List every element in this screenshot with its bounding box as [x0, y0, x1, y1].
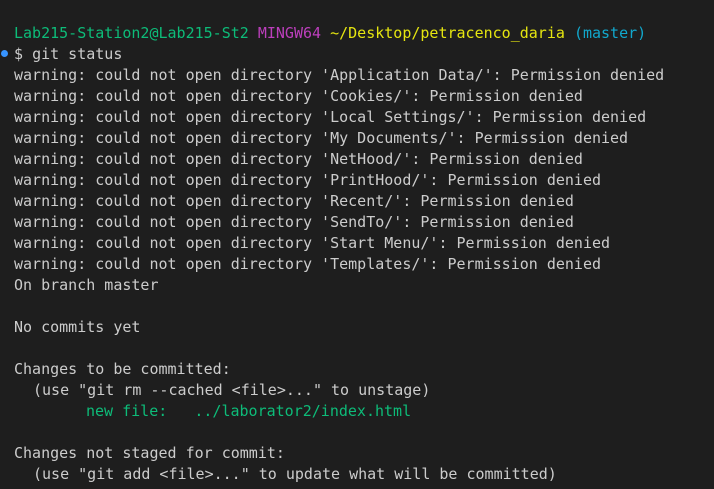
- warning-line: warning: could not open directory 'Appli…: [14, 66, 665, 84]
- command-line: $ git status: [14, 44, 122, 65]
- warning-line: warning: could not open directory 'Start…: [14, 234, 611, 252]
- staged-changes-header: Changes to be committed:: [14, 360, 231, 378]
- warning-line: warning: could not open directory 'Local…: [14, 108, 647, 126]
- terminal-output[interactable]: Lab215-Station2@Lab215-St2 MINGW64 ~/Des…: [0, 0, 714, 489]
- branch-status-line: On branch master: [14, 276, 159, 294]
- prompt-user-host: Lab215-Station2@Lab215-St2: [14, 24, 249, 42]
- warning-line: warning: could not open directory 'NetHo…: [14, 150, 583, 168]
- warning-line: warning: could not open directory 'SendT…: [14, 213, 574, 231]
- warning-line: warning: could not open directory 'Print…: [14, 171, 601, 189]
- warning-line: warning: could not open directory 'Cooki…: [14, 87, 583, 105]
- prompt-symbol: $: [14, 45, 24, 63]
- warning-line: warning: could not open directory 'My Do…: [14, 129, 629, 147]
- staged-changes-hint: (use "git rm --cached <file>..." to unst…: [33, 381, 431, 399]
- staged-file-entry: new file: ../laborator2/index.html: [86, 402, 412, 420]
- prompt-branch: (master): [573, 24, 647, 42]
- prompt-path: ~/Desktop/petracenco_daria: [330, 24, 565, 42]
- prompt-line: Lab215-Station2@Lab215-St2 MINGW64 ~/Des…: [14, 23, 646, 44]
- warning-line: warning: could not open directory 'Recen…: [14, 192, 574, 210]
- commits-status-line: No commits yet: [14, 318, 141, 336]
- unstaged-changes-header: Changes not staged for commit:: [14, 444, 285, 462]
- command-text: git status: [32, 45, 123, 63]
- unstaged-changes-hint: (use "git add <file>..." to update what …: [33, 465, 557, 483]
- warning-line: warning: could not open directory 'Templ…: [14, 255, 601, 273]
- prompt-shell: MINGW64: [257, 24, 322, 42]
- command-decoration-icon[interactable]: [1, 50, 8, 57]
